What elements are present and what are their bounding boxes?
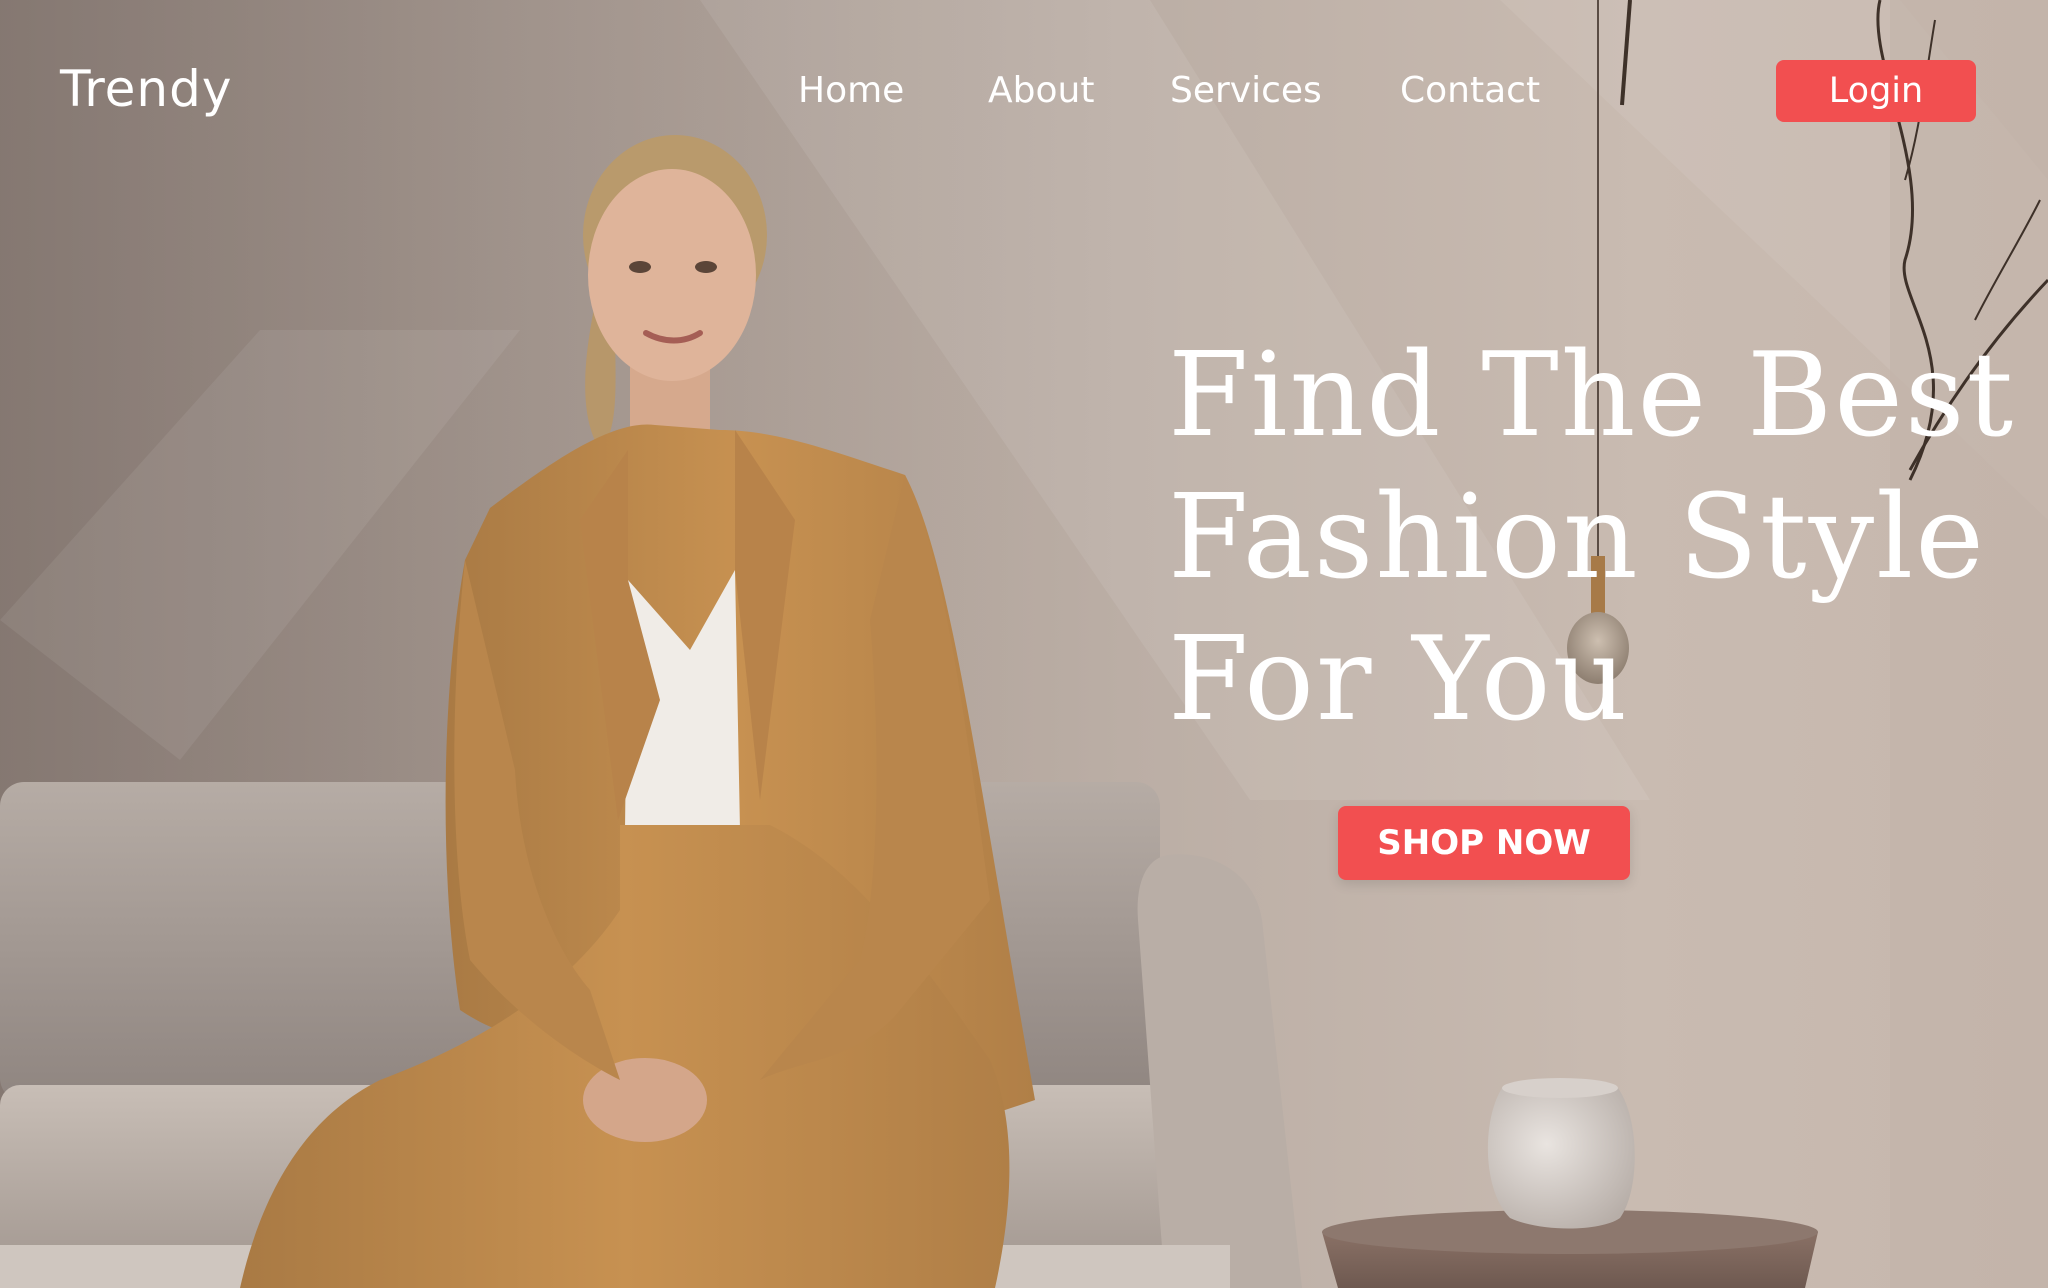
brand-logo-text[interactable]: Trendy [60, 60, 232, 118]
nav-link-contact[interactable]: Contact [1400, 70, 1540, 111]
nav-link-about[interactable]: About [988, 70, 1094, 111]
nav-link-services[interactable]: Services [1170, 70, 1322, 111]
top-navigation: Trendy Home About Services Contact Login [0, 0, 2048, 180]
nav-link-home[interactable]: Home [798, 70, 904, 111]
hero-headline-line-1: Find The Best [1168, 328, 2016, 463]
hero-headline-line-2: Fashion Style [1168, 470, 1986, 605]
login-button[interactable]: Login [1776, 60, 1976, 122]
shop-now-button[interactable]: SHOP NOW [1338, 806, 1630, 880]
hero-headline: Find The Best Fashion Style For You [1168, 325, 2015, 751]
hero-headline-line-3: For You [1168, 612, 1630, 747]
